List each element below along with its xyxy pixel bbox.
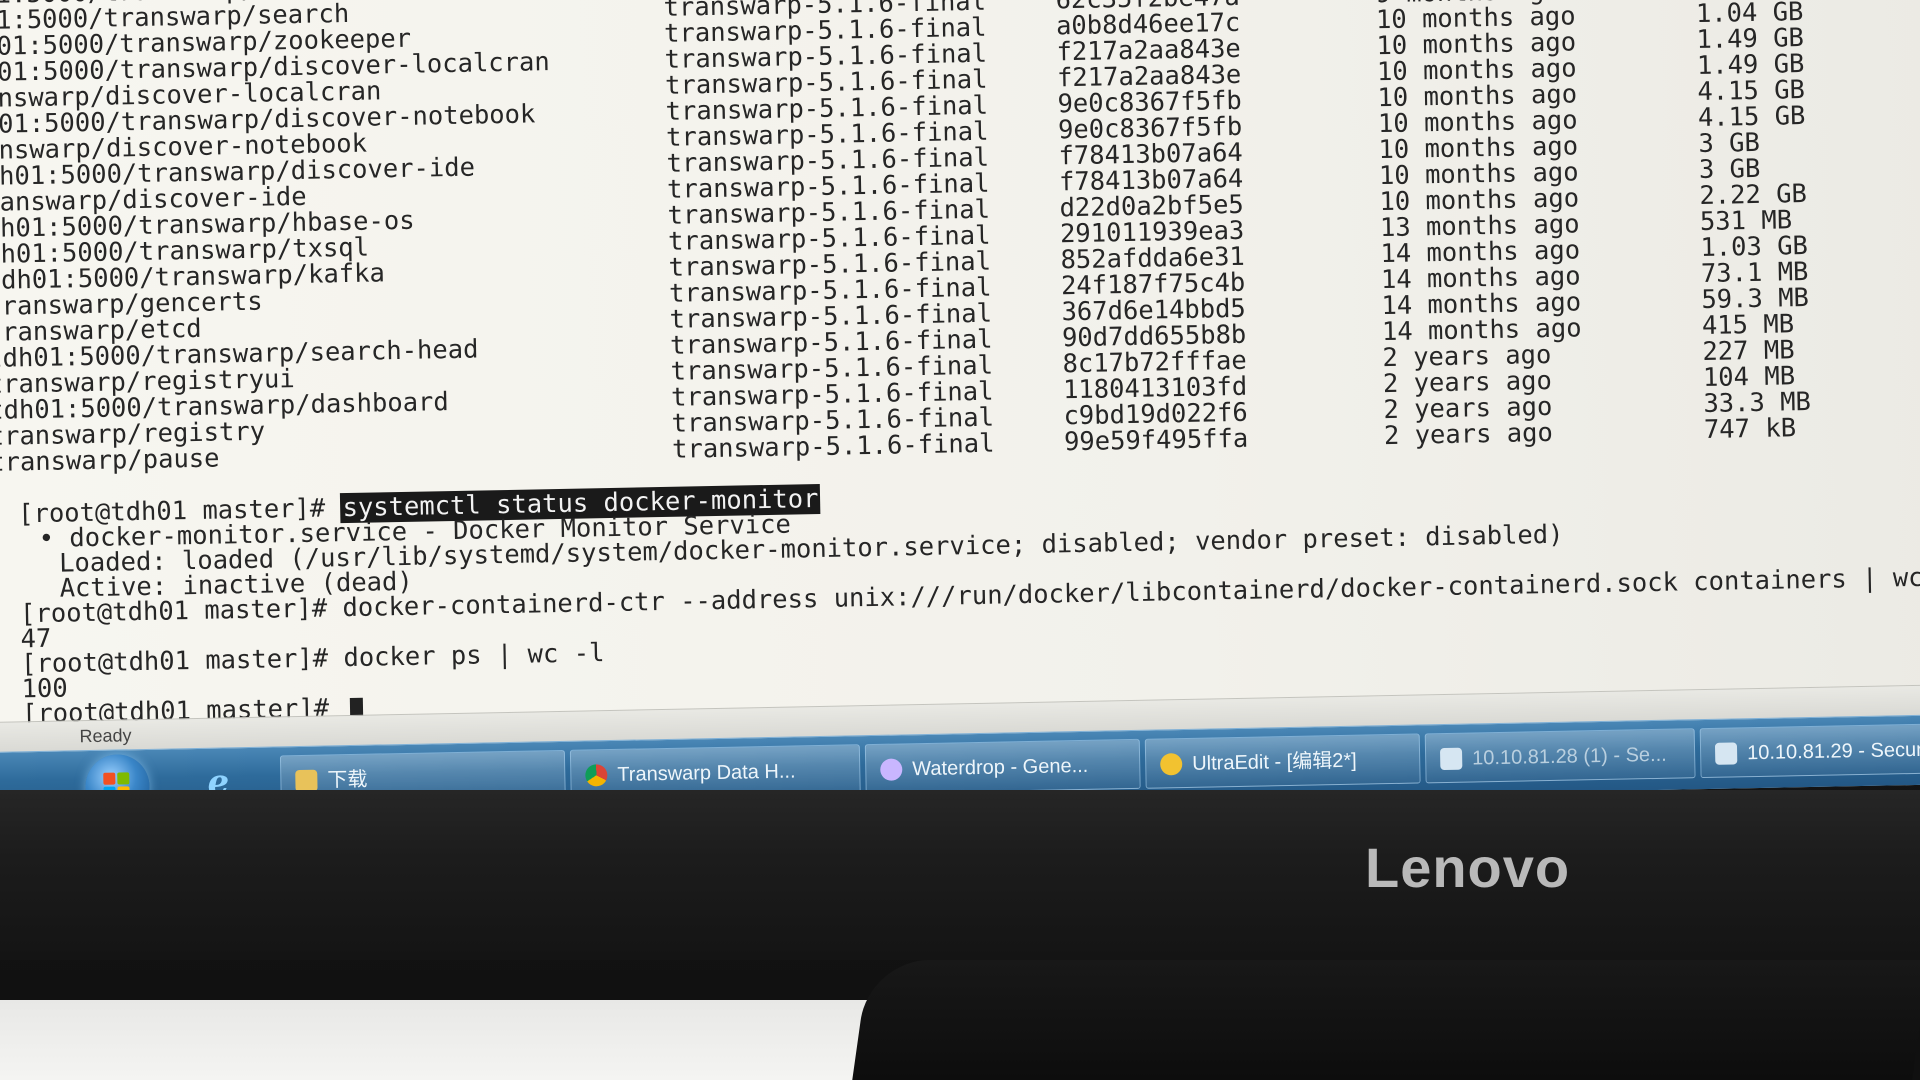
- photo-scene: 01:5000/transwarp/hbasetranswarp-5.1.6-f…: [0, 0, 1920, 1080]
- folder-icon: [295, 769, 318, 793]
- taskbar-item-securecrt-29[interactable]: 10.10.81.29 - Secur: [1699, 722, 1920, 779]
- terminal-command-area: [root@tdh01 master]# systemctl status do…: [18, 465, 1920, 729]
- status-text: Ready: [79, 725, 132, 747]
- taskbar-item-label: Transwarp Data H...: [617, 760, 796, 786]
- taskbar-item-securecrt-28[interactable]: 10.10.81.28 (1) - Se...: [1424, 728, 1696, 784]
- image-id: 99e59f495ffa: [1063, 423, 1249, 458]
- image-size: 3 GB: [1698, 153, 1761, 186]
- monitor-brand-logo: Lenovo: [1365, 836, 1571, 899]
- monitor-bezel: [0, 790, 1920, 960]
- ultraedit-icon: [1160, 753, 1183, 776]
- image-size: 4.15 GB: [1697, 100, 1806, 134]
- monitor-stand: [850, 960, 1920, 1080]
- securecrt-icon: [1714, 742, 1738, 765]
- taskbar-item-ultraedit[interactable]: UltraEdit - [编辑2*]: [1144, 733, 1421, 789]
- waterdrop-icon: [880, 758, 903, 781]
- chrome-icon: [585, 764, 608, 787]
- taskbar-item-waterdrop[interactable]: Waterdrop - Gene...: [864, 738, 1141, 795]
- image-size: 3 GB: [1698, 127, 1761, 160]
- taskbar-item-label: 下载: [327, 768, 368, 792]
- image-tag: transwarp-5.1.6-final: [671, 428, 995, 465]
- image-created: 2 years ago: [1383, 417, 1554, 452]
- monitor-screen: 01:5000/transwarp/hbasetranswarp-5.1.6-f…: [0, 0, 1920, 822]
- image-repository: transwarp/pause: [0, 443, 220, 478]
- terminal-window[interactable]: 01:5000/transwarp/hbasetranswarp-5.1.6-f…: [0, 0, 1920, 729]
- desk-surface: [0, 1000, 900, 1080]
- image-size: 747 kB: [1703, 413, 1797, 445]
- taskbar-item-label: 10.10.81.29 - Secur: [1746, 738, 1920, 765]
- taskbar-item-label: 10.10.81.28 (1) - Se...: [1471, 743, 1667, 770]
- taskbar-item-label: UltraEdit - [编辑2*]: [1192, 749, 1357, 775]
- securecrt-icon: [1439, 747, 1463, 771]
- taskbar-item-label: Waterdrop - Gene...: [912, 754, 1089, 781]
